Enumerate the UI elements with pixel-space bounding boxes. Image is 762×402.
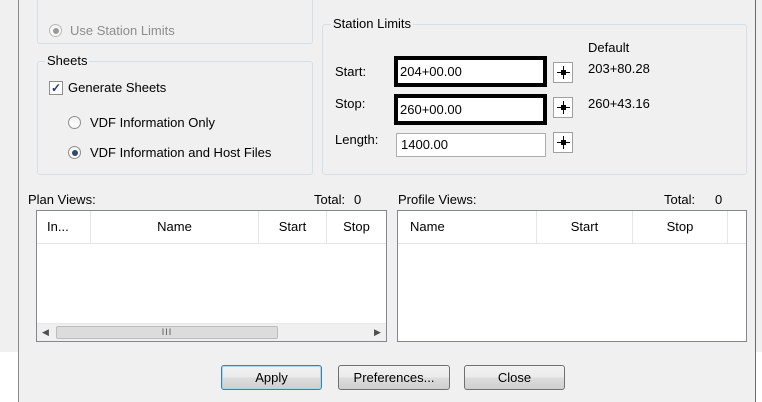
generate-sheets-label: Generate Sheets <box>68 80 167 95</box>
plan-views-list[interactable]: In... Name Start Stop ◀ III ▶ <box>36 210 387 342</box>
vdf-information-host-files-radio[interactable] <box>68 146 81 159</box>
stop-label: Stop: <box>335 96 366 111</box>
plan-col-in[interactable]: In... <box>37 211 91 243</box>
use-station-limits-label: Use Station Limits <box>70 23 175 38</box>
plan-col-stop[interactable]: Stop <box>327 211 386 243</box>
plan-col-name[interactable]: Name <box>91 211 259 243</box>
length-pick-button[interactable] <box>553 132 573 153</box>
stop-station-input[interactable]: 260+00.00 <box>394 94 547 125</box>
sheets-group-title: Sheets <box>45 53 90 68</box>
dialog-left-border <box>18 0 19 402</box>
length-input[interactable]: 1400.00 <box>396 133 546 157</box>
generate-sheets-checkbox[interactable]: ✓ <box>49 81 63 95</box>
start-pick-button[interactable] <box>553 62 573 83</box>
vdf-information-host-files-label: VDF Information and Host Files <box>90 145 272 160</box>
start-station-input[interactable]: 204+00.00 <box>394 56 547 87</box>
scroll-right-icon[interactable]: ▶ <box>369 324 386 341</box>
vdf-information-only-label: VDF Information Only <box>90 115 215 130</box>
start-label: Start: <box>335 64 367 79</box>
stop-pick-button[interactable] <box>553 97 573 118</box>
plan-views-total-label: Total: <box>314 192 346 207</box>
crosshair-icon <box>561 105 566 110</box>
apply-button[interactable]: Apply <box>221 365 322 390</box>
close-button[interactable]: Close <box>464 365 565 390</box>
stop-default-value: 260+43.16 <box>588 96 650 111</box>
profile-col-stop[interactable]: Stop <box>633 211 728 243</box>
start-default-value: 203+80.28 <box>588 61 650 76</box>
profile-col-name[interactable]: Name <box>398 211 537 243</box>
preferences-button[interactable]: Preferences... <box>338 365 450 390</box>
crosshair-icon <box>561 140 566 145</box>
plan-col-start[interactable]: Start <box>259 211 327 243</box>
profile-views-title: Profile Views: <box>398 192 477 207</box>
scroll-left-icon[interactable]: ◀ <box>37 324 54 341</box>
profile-col-start[interactable]: Start <box>537 211 633 243</box>
plan-views-title: Plan Views: <box>28 192 96 207</box>
station-limits-title: Station Limits <box>331 16 414 31</box>
plan-views-total-value: 0 <box>354 192 362 207</box>
plan-views-scroll-thumb[interactable]: III <box>56 326 278 339</box>
crosshair-icon <box>561 70 566 75</box>
plan-views-hscrollbar[interactable]: ◀ III ▶ <box>37 323 386 341</box>
dialog-right-border <box>755 0 756 402</box>
profile-views-total-value: 0 <box>715 192 723 207</box>
profile-views-header: Name Start Stop <box>398 211 746 244</box>
length-label: Length: <box>335 132 379 147</box>
vdf-information-only-radio[interactable] <box>68 116 81 129</box>
plan-views-header: In... Name Start Stop <box>37 211 386 244</box>
profile-views-total-label: Total: <box>664 192 696 207</box>
profile-views-list[interactable]: Name Start Stop <box>397 210 747 342</box>
use-station-limits-radio[interactable] <box>49 24 62 37</box>
default-header: Default <box>588 40 630 55</box>
